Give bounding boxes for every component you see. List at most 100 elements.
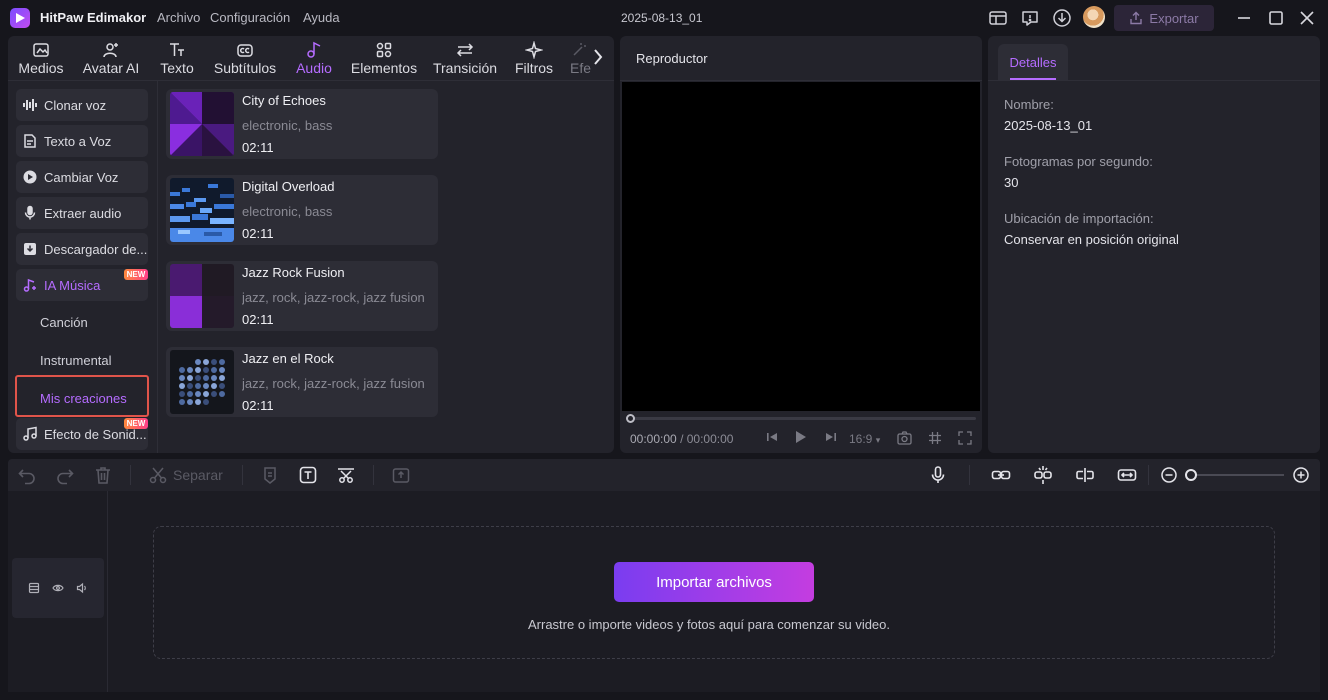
menu-configuracion[interactable]: Configuración bbox=[210, 10, 290, 25]
scissors-icon[interactable] bbox=[148, 465, 168, 485]
magnet-snap-icon[interactable] bbox=[1033, 465, 1053, 485]
tabs-scroll-right-icon[interactable] bbox=[590, 46, 606, 68]
fullscreen-icon[interactable] bbox=[958, 431, 972, 445]
undo-icon[interactable] bbox=[17, 465, 37, 485]
fit-timeline-icon[interactable] bbox=[1117, 465, 1137, 485]
grid-icon[interactable] bbox=[928, 431, 942, 445]
tab-label: Avatar AI bbox=[82, 60, 140, 76]
add-text-icon[interactable] bbox=[298, 465, 318, 485]
player-divider bbox=[620, 80, 982, 81]
sidebar-subitem-instrumental[interactable]: Instrumental bbox=[40, 353, 112, 368]
zoom-slider-track[interactable] bbox=[1196, 474, 1284, 476]
music-card[interactable]: Jazz Rock Fusion jazz, rock, jazz-rock, … bbox=[166, 261, 438, 331]
total-time: / 00:00:00 bbox=[680, 432, 734, 446]
close-icon[interactable] bbox=[1298, 9, 1316, 27]
export-button[interactable]: Exportar bbox=[1114, 5, 1214, 31]
detail-value-nombre: 2025-08-13_01 bbox=[1004, 118, 1093, 133]
microphone-icon bbox=[22, 205, 38, 221]
trim-icon[interactable] bbox=[336, 465, 356, 485]
tab-subtitulos[interactable]: Subtítulos bbox=[212, 40, 278, 80]
track-volume-icon[interactable] bbox=[76, 582, 88, 594]
zoom-out-icon[interactable] bbox=[1159, 465, 1179, 485]
delete-icon[interactable] bbox=[93, 465, 113, 485]
import-files-button[interactable]: Importar archivos bbox=[614, 562, 814, 602]
detail-label-ubicacion: Ubicación de importación: bbox=[1004, 211, 1154, 226]
track-header bbox=[12, 558, 104, 618]
split-label[interactable]: Separar bbox=[173, 467, 223, 483]
snapshot-icon[interactable] bbox=[897, 431, 912, 445]
layout-icon[interactable] bbox=[988, 8, 1008, 28]
menu-ayuda[interactable]: Ayuda bbox=[303, 10, 340, 25]
audio-icon bbox=[305, 40, 323, 60]
toolbar-divider bbox=[1148, 465, 1149, 485]
tab-filtros[interactable]: Filtros bbox=[512, 40, 556, 80]
track-visibility-icon[interactable] bbox=[52, 582, 64, 594]
tab-elementos[interactable]: Elementos bbox=[350, 40, 418, 80]
playback-time: 00:00:00 / 00:00:00 bbox=[630, 432, 733, 446]
music-card[interactable]: City of Echoes electronic, bass 02:11 bbox=[166, 89, 438, 159]
aspect-ratio-select[interactable]: 16:9 ▾ bbox=[849, 432, 880, 446]
split-audio-icon[interactable] bbox=[1075, 465, 1095, 485]
app-logo-icon bbox=[10, 8, 30, 28]
tab-detalles[interactable]: Detalles bbox=[998, 44, 1068, 80]
music-thumbnail bbox=[170, 178, 234, 242]
playhead-knob[interactable] bbox=[626, 414, 635, 423]
music-card[interactable]: Jazz en el Rock jazz, rock, jazz-rock, j… bbox=[166, 347, 438, 417]
tab-label: Texto bbox=[160, 60, 194, 76]
link-icon[interactable] bbox=[991, 465, 1011, 485]
tab-medios[interactable]: Medios bbox=[16, 40, 66, 80]
sidebar-item-texto-a-voz[interactable]: Texto a Voz bbox=[16, 125, 148, 157]
selection-highlight bbox=[15, 375, 149, 417]
minimize-icon[interactable] bbox=[1235, 9, 1253, 27]
download-app-icon[interactable] bbox=[1052, 8, 1072, 28]
music-tags: jazz, rock, jazz-rock, jazz fusion bbox=[242, 376, 425, 391]
aspect-ratio-value: 16:9 bbox=[849, 432, 873, 446]
previous-frame-icon[interactable] bbox=[766, 431, 778, 443]
ai-music-icon bbox=[22, 277, 38, 293]
text-icon bbox=[168, 40, 186, 60]
tab-transicion[interactable]: Transición bbox=[432, 40, 498, 80]
tab-label: Transición bbox=[432, 60, 498, 76]
project-title: 2025-08-13_01 bbox=[621, 11, 703, 25]
tab-label: Detalles bbox=[1009, 54, 1057, 70]
music-thumbnail bbox=[170, 350, 234, 414]
next-frame-icon[interactable] bbox=[825, 431, 837, 443]
track-film-icon[interactable] bbox=[28, 582, 40, 594]
playback-progress-track[interactable] bbox=[630, 417, 976, 420]
chevron-down-icon: ▾ bbox=[875, 435, 881, 445]
user-avatar[interactable] bbox=[1083, 6, 1105, 28]
sidebar-subitem-cancion[interactable]: Canción bbox=[40, 315, 88, 330]
tab-texto[interactable]: Texto bbox=[158, 40, 196, 80]
feedback-icon[interactable] bbox=[1020, 8, 1040, 28]
sidebar-item-extraer-audio[interactable]: Extraer audio bbox=[16, 197, 148, 229]
sidebar-item-cambiar-voz[interactable]: Cambiar Voz bbox=[16, 161, 148, 193]
music-tags: jazz, rock, jazz-rock, jazz fusion bbox=[242, 290, 425, 305]
player-title: Reproductor bbox=[636, 51, 708, 66]
tab-avatar-ai[interactable]: Avatar AI bbox=[80, 40, 142, 80]
current-time: 00:00:00 bbox=[630, 432, 677, 446]
music-title: Digital Overload bbox=[242, 179, 335, 194]
music-duration: 02:11 bbox=[242, 398, 274, 413]
music-card[interactable]: Digital Overload electronic, bass 02:11 bbox=[166, 175, 438, 245]
record-voice-icon[interactable] bbox=[928, 465, 948, 485]
zoom-in-icon[interactable] bbox=[1291, 465, 1311, 485]
sidebar-item-descargador[interactable]: Descargador de... bbox=[16, 233, 148, 265]
voice-clone-icon bbox=[22, 97, 38, 113]
subtitles-icon bbox=[236, 40, 254, 60]
zoom-slider-knob[interactable] bbox=[1185, 469, 1197, 481]
music-duration: 02:11 bbox=[242, 140, 274, 155]
elements-icon bbox=[375, 40, 393, 60]
play-icon[interactable] bbox=[795, 430, 807, 444]
filters-icon bbox=[525, 40, 543, 60]
maximize-icon[interactable] bbox=[1267, 9, 1285, 27]
toolbar-divider bbox=[969, 465, 970, 485]
export-clip-icon[interactable] bbox=[391, 465, 411, 485]
detail-label-nombre: Nombre: bbox=[1004, 97, 1054, 112]
menu-archivo[interactable]: Archivo bbox=[157, 10, 200, 25]
tab-label: Audio bbox=[296, 60, 332, 76]
sidebar-item-clonar-voz[interactable]: Clonar voz bbox=[16, 89, 148, 121]
tab-audio[interactable]: Audio bbox=[292, 40, 336, 80]
marker-icon[interactable] bbox=[260, 465, 280, 485]
redo-icon[interactable] bbox=[55, 465, 75, 485]
toolbar-divider bbox=[373, 465, 374, 485]
